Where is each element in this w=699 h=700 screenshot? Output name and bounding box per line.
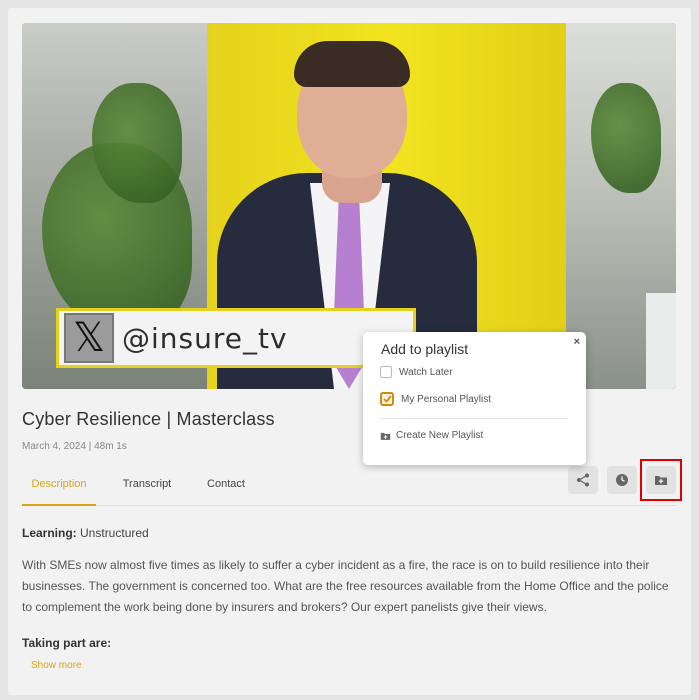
learning-value: Unstructured: [80, 526, 149, 540]
checkbox[interactable]: [380, 366, 392, 378]
background-pole: [646, 293, 676, 389]
video-meta: March 4, 2024 | 48m 1s: [22, 441, 127, 452]
learning-label: Learning:: [22, 526, 77, 540]
tab-contact[interactable]: Contact: [198, 466, 254, 506]
lower-third-banner: 𝕏 @insure_tv: [56, 308, 416, 368]
create-playlist-label: Create New Playlist: [396, 430, 484, 441]
video-title: Cyber Resilience | Masterclass: [22, 409, 275, 429]
folder-plus-icon: [655, 476, 667, 485]
share-icon: [577, 473, 589, 487]
popup-divider: [380, 418, 568, 419]
learning-info: Learning: Unstructured: [22, 526, 149, 540]
add-to-playlist-popup: Add to playlist × Watch Later My Persona…: [363, 332, 586, 465]
add-to-playlist-button[interactable]: [646, 466, 676, 494]
presenter-hair: [294, 41, 410, 87]
show-more-link[interactable]: Show more: [31, 660, 82, 671]
description-text: With SMEs now almost five times as likel…: [22, 558, 669, 614]
folder-plus-icon: [380, 432, 391, 440]
social-handle: @insure_tv: [122, 321, 288, 355]
checkmark-icon: [382, 395, 392, 403]
create-new-playlist-button[interactable]: Create New Playlist: [380, 430, 483, 441]
playlist-option-watch-later[interactable]: Watch Later: [380, 366, 453, 378]
tab-transcript[interactable]: Transcript: [112, 466, 182, 506]
watch-later-button[interactable]: [607, 466, 637, 494]
share-button[interactable]: [568, 466, 598, 494]
clock-icon: [616, 474, 628, 486]
playlist-label: My Personal Playlist: [401, 393, 492, 405]
playlist-option-my-personal-playlist[interactable]: My Personal Playlist: [380, 392, 491, 406]
tab-description[interactable]: Description: [22, 466, 96, 506]
close-icon[interactable]: ×: [574, 336, 580, 348]
x-logo-icon: 𝕏: [64, 313, 114, 363]
taking-part-heading: Taking part are:: [22, 636, 112, 650]
checkbox-checked[interactable]: [380, 392, 394, 406]
playlist-label: Watch Later: [399, 366, 453, 378]
popup-title: Add to playlist: [381, 341, 469, 357]
